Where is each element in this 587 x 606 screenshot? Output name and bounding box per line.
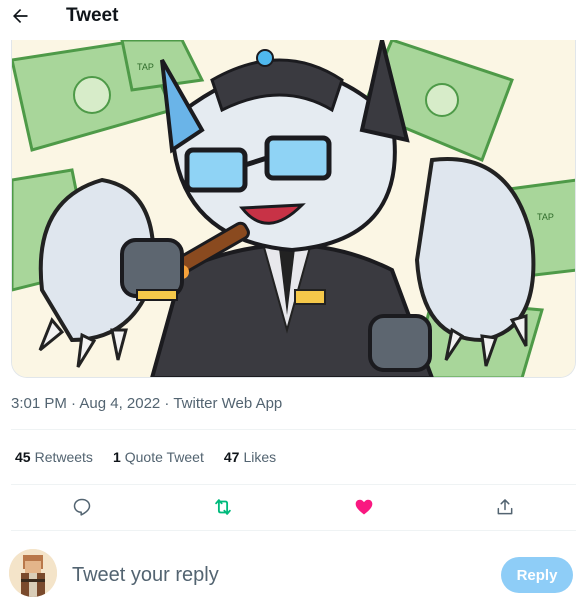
divider xyxy=(11,484,576,485)
share-icon xyxy=(497,499,513,515)
retweet-action-button[interactable] xyxy=(210,494,236,520)
likes-label: Likes xyxy=(243,449,277,465)
reply-action-button[interactable] xyxy=(69,494,95,520)
tweet-media[interactable]: TAP TAP xyxy=(11,40,576,378)
reply-input[interactable] xyxy=(72,564,472,587)
retweets-label: Retweets xyxy=(34,449,93,465)
divider xyxy=(11,530,576,531)
avatar[interactable] xyxy=(9,549,57,597)
divider xyxy=(11,429,576,430)
retweets-count: 45 xyxy=(15,449,31,465)
tweet-image: TAP TAP xyxy=(12,40,575,377)
back-button[interactable] xyxy=(6,2,34,30)
quote-tweets-stat[interactable]: 1 Quote Tweet xyxy=(113,449,204,465)
likes-count: 47 xyxy=(223,449,240,465)
heart-icon xyxy=(355,499,373,515)
comment-icon xyxy=(73,498,91,516)
share-action-button[interactable] xyxy=(492,494,518,520)
like-action-button[interactable] xyxy=(351,494,377,520)
arrow-left-icon xyxy=(13,9,28,23)
character-fist-left xyxy=(120,238,184,301)
retweets-stat[interactable]: 45 Retweets xyxy=(15,449,93,465)
reply-composer: Reply xyxy=(0,540,587,606)
likes-stat[interactable]: 47 Likes xyxy=(224,449,276,465)
avatar-image xyxy=(9,549,57,597)
tweet-actions xyxy=(11,486,576,530)
svg-text:TAP: TAP xyxy=(137,62,154,72)
money-label: TAP xyxy=(537,212,554,222)
quotes-count: 1 xyxy=(112,449,121,465)
reply-button[interactable]: Reply xyxy=(501,557,573,593)
tweet-timestamp: 3:01 PM · Aug 4, 2022 · Twitter Web App xyxy=(11,395,283,412)
character-fist-right xyxy=(368,314,432,372)
page-title: Tweet xyxy=(66,5,119,26)
top-bar: Tweet xyxy=(0,0,587,34)
retweet-icon xyxy=(215,499,231,515)
quotes-label: Quote Tweet xyxy=(124,449,204,465)
engagement-stats: 45 Retweets 1 Quote Tweet 47 Likes xyxy=(15,449,296,465)
